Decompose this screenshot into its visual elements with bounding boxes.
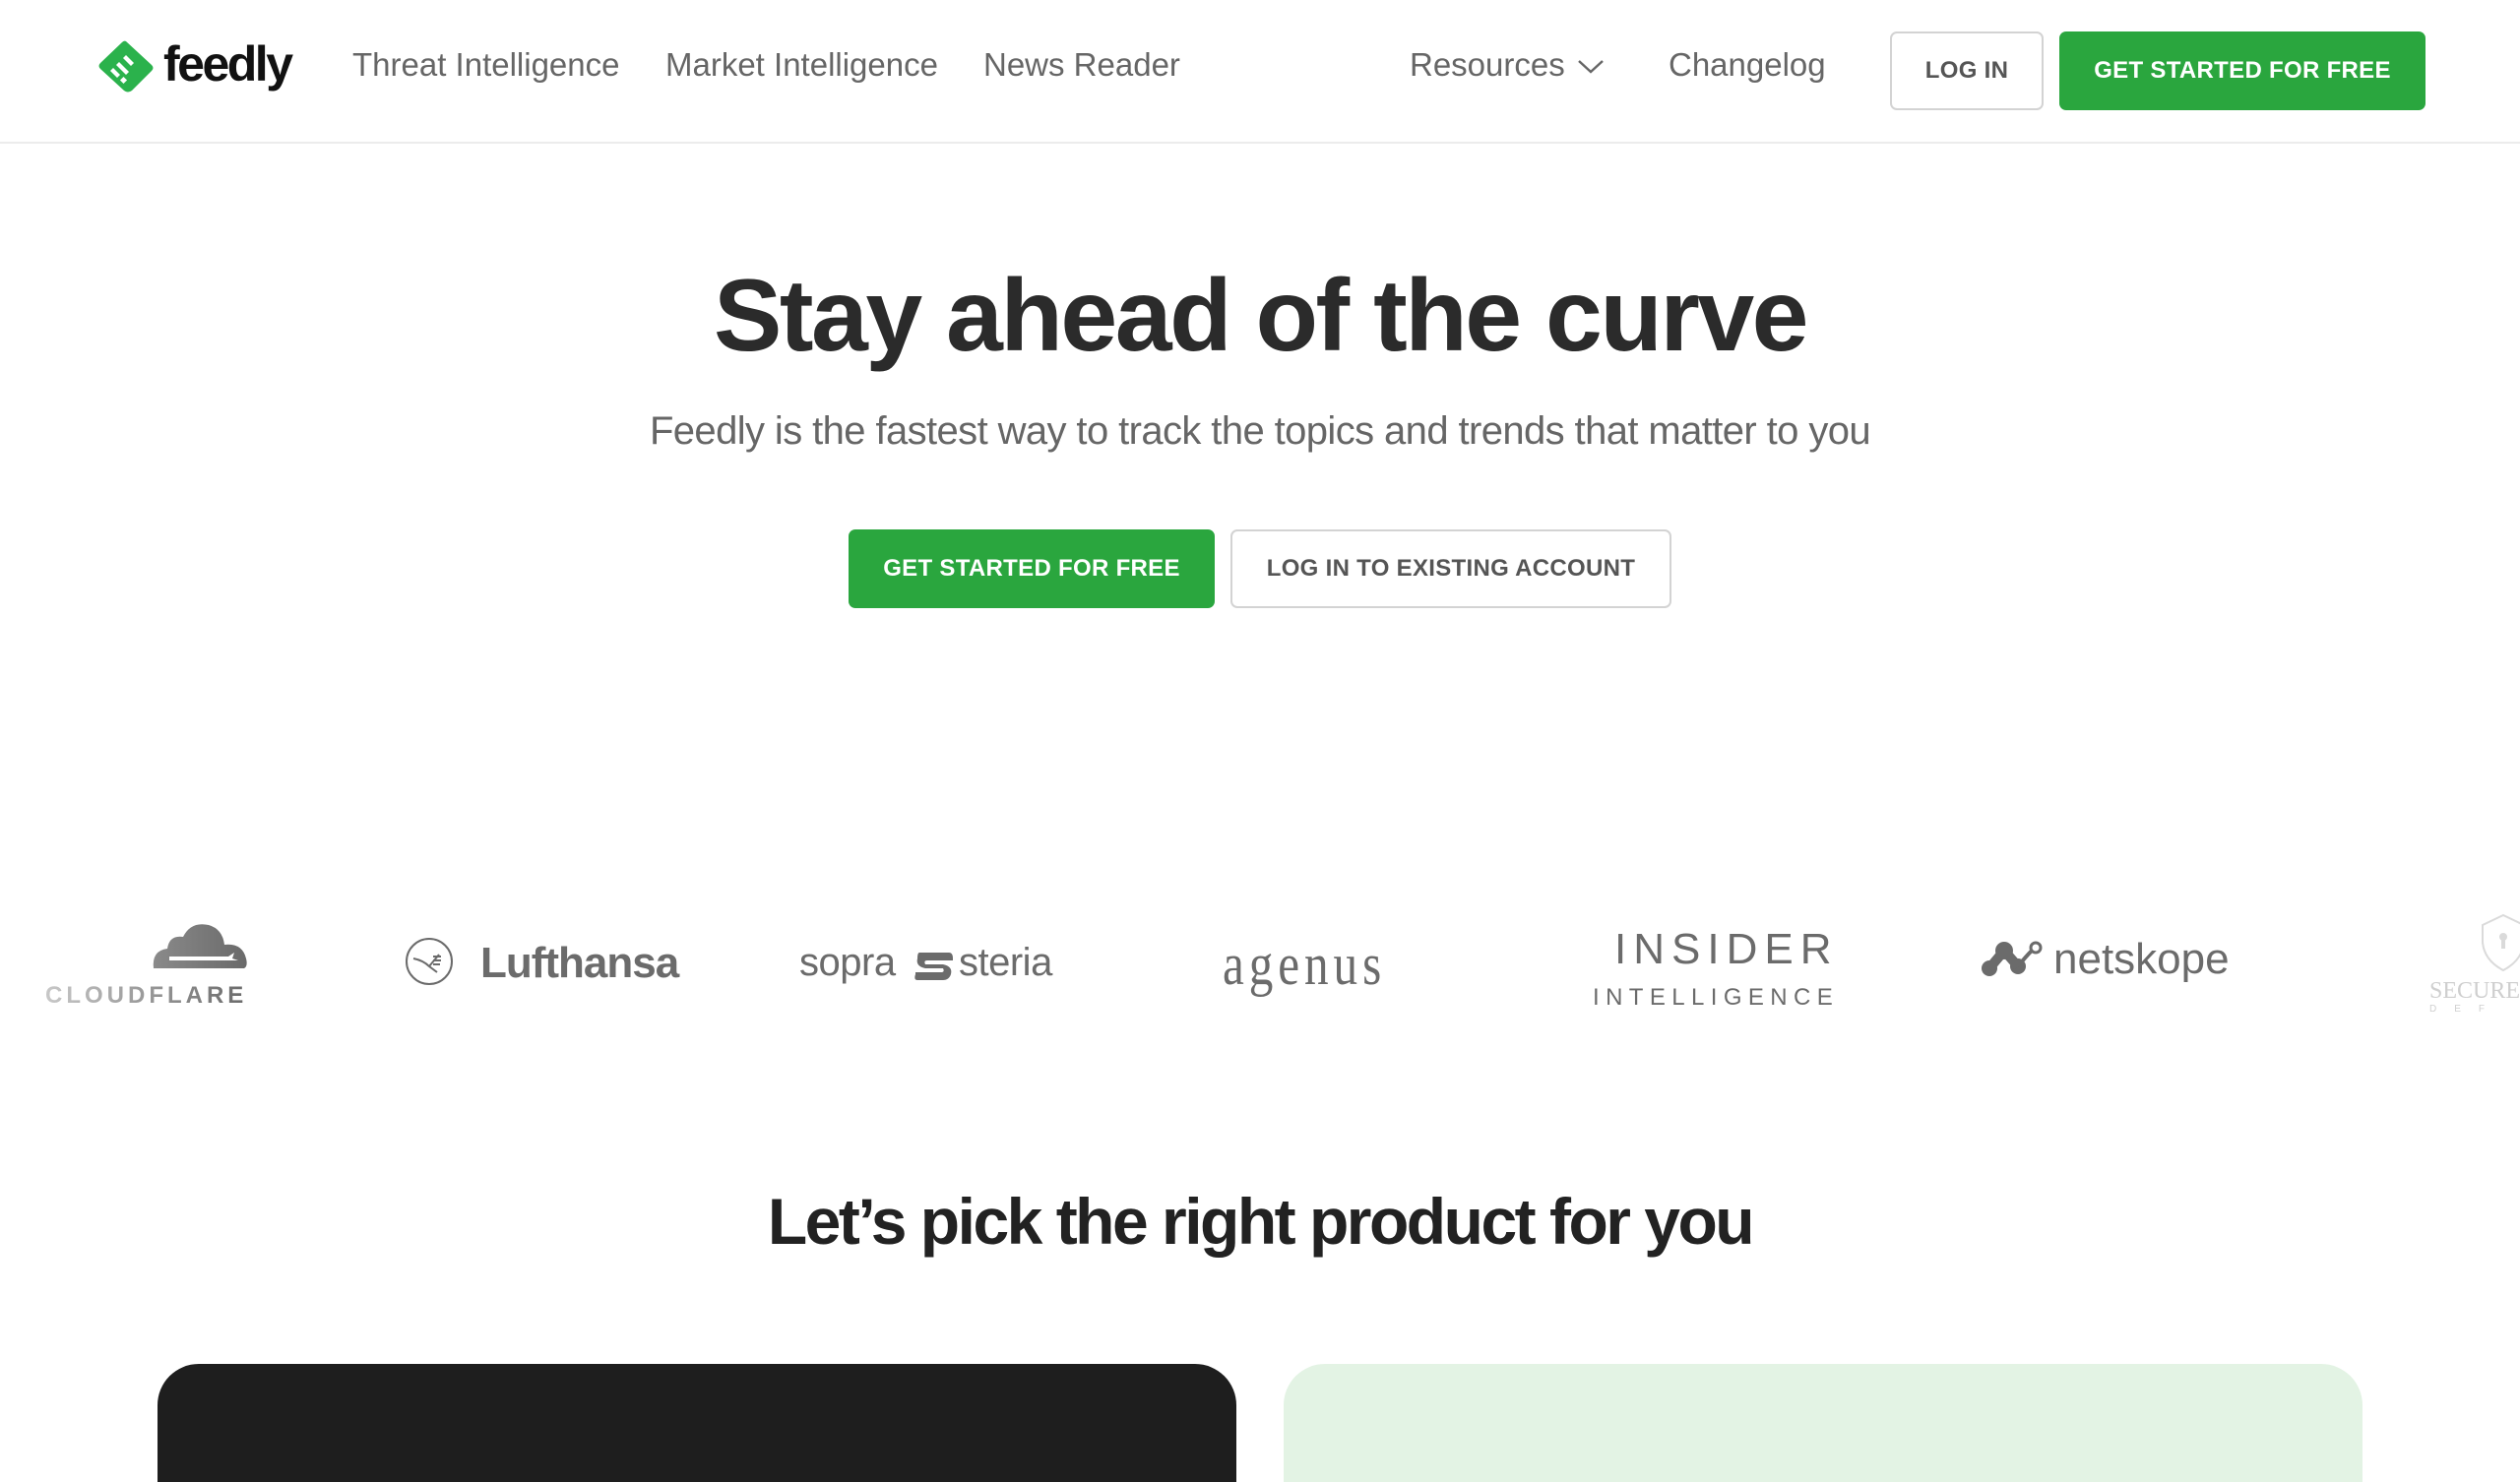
cloudflare-wordmark: CLOUDFLARE [45, 982, 248, 1009]
nav-market-intelligence[interactable]: Market Intelligence [665, 46, 938, 84]
login-button-label: LOG IN [1924, 57, 2009, 84]
logo-sopra-steria: sopra steria [799, 935, 1075, 994]
login-button[interactable]: LOG IN [1890, 31, 2044, 110]
lufthansa-crane-icon [406, 938, 453, 985]
nav-news-reader[interactable]: News Reader [983, 46, 1180, 84]
feedly-logo[interactable]: feedly [96, 36, 293, 94]
logo-secure-def: SECURE DEF [2426, 913, 2520, 1012]
brand-name: feedly [163, 36, 293, 92]
hero-get-started-label: GET STARTED FOR FREE [883, 555, 1180, 582]
feedly-logo-icon [98, 40, 154, 93]
def-wordmark: DEF [2429, 1004, 2502, 1012]
logo-netskope: netskope [1981, 933, 2256, 992]
netskope-mark-icon [1982, 941, 2043, 976]
product-card-green[interactable] [1284, 1364, 2362, 1482]
get-started-button[interactable]: GET STARTED FOR FREE [2059, 31, 2426, 110]
hero-login-existing-label: LOG IN TO EXISTING ACCOUNT [1266, 555, 1636, 582]
nav-changelog[interactable]: Changelog [1669, 46, 1826, 84]
intelligence-wordmark: INTELLIGENCE [1593, 984, 1840, 1011]
cloudflare-cloud-icon [153, 924, 247, 968]
products-section-title: Let’s pick the right product for you [767, 1185, 1755, 1258]
chevron-down-icon[interactable] [1576, 55, 1606, 77]
nav-resources[interactable]: Resources [1410, 46, 1565, 84]
get-started-button-label: GET STARTED FOR FREE [2094, 57, 2391, 84]
agenus-wordmark: agenus [1223, 932, 1387, 997]
netskope-wordmark: netskope [2053, 935, 2230, 983]
customer-logos-row: CLOUDFLARE Lufthansa sopra steria agenus… [0, 905, 2520, 1023]
nav-threat-intelligence[interactable]: Threat Intelligence [352, 46, 620, 84]
lufthansa-wordmark: Lufthansa [480, 939, 679, 987]
logo-cloudflare: CLOUDFLARE [45, 921, 252, 1010]
insider-wordmark: INSIDER [1614, 925, 1839, 973]
product-card-dark[interactable] [158, 1364, 1236, 1482]
hero-subtitle: Feedly is the fastest way to track the t… [649, 409, 1871, 453]
site-header: feedly Threat Intelligence Market Intell… [0, 0, 2520, 144]
shield-icon [2482, 913, 2520, 972]
logo-lufthansa: Lufthansa [404, 935, 689, 994]
secure-wordmark: SECURE [2429, 978, 2520, 1004]
hero-login-existing-button[interactable]: LOG IN TO EXISTING ACCOUNT [1230, 529, 1671, 608]
sopra-wordmark: sopra [799, 941, 896, 984]
steria-wordmark: steria [959, 941, 1052, 984]
logo-insider-intelligence: INSIDER INTELLIGENCE [1585, 925, 1860, 1011]
sopra-steria-mark-icon [914, 953, 953, 980]
logo-agenus: agenus [1223, 927, 1439, 997]
hero-get-started-button[interactable]: GET STARTED FOR FREE [849, 529, 1215, 608]
hero-title: Stay ahead of the curve [713, 259, 1809, 373]
